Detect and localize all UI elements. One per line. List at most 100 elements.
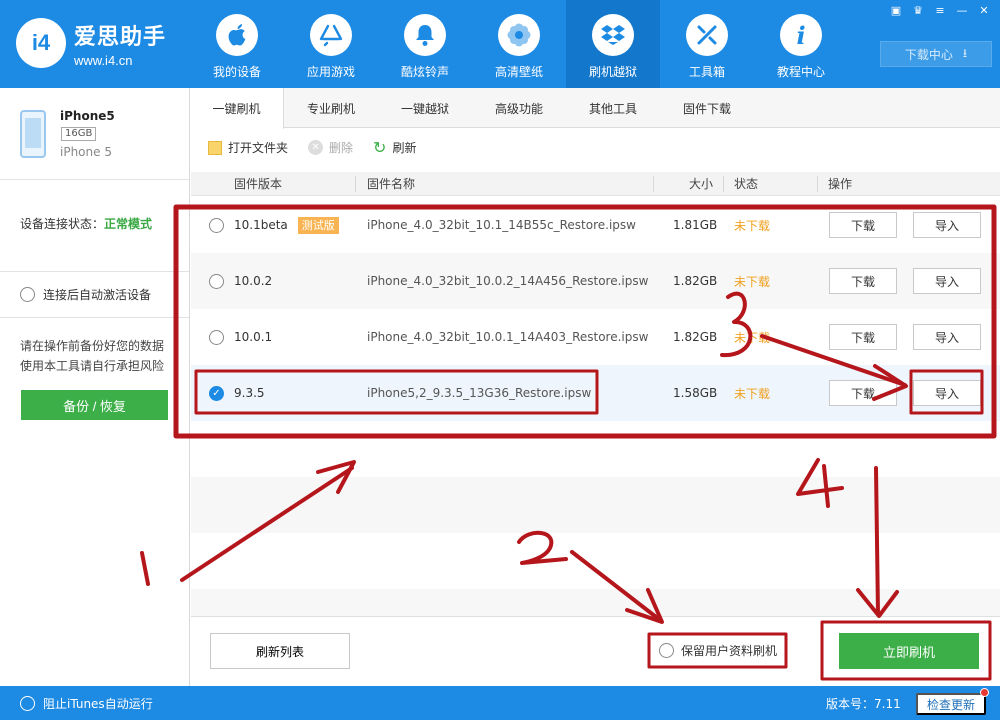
download-center-label: 下载中心 — [904, 47, 953, 62]
tab-advanced[interactable]: 高级功能 — [472, 88, 566, 128]
refresh-button[interactable]: ↻ 刷新 — [373, 139, 416, 156]
main-nav: 我的设备 应用游戏 酷炫铃声 高清壁纸 刷机越狱 工具箱 i 教程中心 — [190, 0, 848, 88]
tab-one-click-flash[interactable]: 一键刷机 — [190, 88, 284, 129]
device-capacity: 16GB — [61, 127, 97, 141]
tools-icon — [686, 14, 728, 56]
col-version: 固件版本 — [234, 177, 283, 191]
top-header: i4 爱思助手 www.i4.cn 我的设备 应用游戏 酷炫铃声 高清壁纸 刷机… — [0, 0, 1000, 88]
firmware-size: 1.58GB — [673, 386, 718, 400]
nav-label: 刷机越狱 — [588, 65, 637, 79]
firmware-toolbar: 打开文件夹 ✕ 删除 ↻ 刷新 — [208, 139, 416, 156]
firmware-name: iPhone5,2_9.3.5_13G36_Restore.ipsw — [367, 386, 592, 400]
firmware-table-header: 固件版本 固件名称 大小 状态 操作 — [191, 172, 1000, 196]
app-name: 爱思助手 — [74, 24, 167, 50]
flower-icon — [498, 14, 540, 56]
refresh-icon: ↻ — [373, 137, 387, 157]
dropbox-icon — [592, 14, 634, 56]
row-select-radio[interactable] — [209, 273, 224, 289]
row-select-radio[interactable] — [209, 329, 224, 345]
firmware-status: 未下载 — [734, 330, 771, 345]
auto-activate-option[interactable]: 连接后自动激活设备 — [0, 272, 189, 318]
app-logo: i4 爱思助手 www.i4.cn — [16, 18, 166, 68]
download-button[interactable]: 下载 — [829, 212, 897, 238]
table-row[interactable]: 10.0.2 iPhone_4.0_32bit_10.0.2_14A456_Re… — [191, 253, 1000, 309]
beta-badge: 测试版 — [297, 216, 339, 234]
table-row[interactable]: 10.1beta 测试版 iPhone_4.0_32bit_10.1_14B55… — [191, 197, 1000, 253]
sub-tabs: 一键刷机 专业刷机 一键越狱 高级功能 其他工具 固件下载 — [190, 88, 1000, 129]
delete-icon: ✕ — [308, 140, 324, 155]
nav-my-device[interactable]: 我的设备 — [190, 0, 284, 88]
col-name: 固件名称 — [367, 177, 416, 191]
import-button[interactable]: 导入 — [913, 268, 981, 294]
app-url: www.i4.cn — [74, 52, 133, 68]
download-button[interactable]: 下载 — [829, 380, 897, 406]
firmware-status: 未下载 — [734, 218, 771, 233]
nav-toolbox[interactable]: 工具箱 — [660, 0, 754, 88]
bell-icon — [404, 14, 446, 56]
table-row-selected[interactable]: ✓ 9.3.5 iPhone5,2_9.3.5_13G36_Restore.ip… — [191, 365, 1000, 421]
keep-user-data-option[interactable]: 保留用户资料刷机 — [659, 642, 777, 659]
block-itunes-radio[interactable] — [20, 696, 35, 711]
nav-label: 酷炫铃声 — [400, 65, 449, 79]
download-center-button[interactable]: 下载中心 ⭳ — [880, 41, 992, 67]
nav-ringtones[interactable]: 酷炫铃声 — [378, 0, 472, 88]
nav-label: 高清壁纸 — [494, 65, 543, 79]
firmware-version: 10.1beta — [234, 218, 288, 232]
nav-label: 应用游戏 — [306, 65, 355, 79]
app-store-icon — [310, 14, 352, 56]
flash-now-button[interactable]: 立即刷机 — [839, 633, 979, 669]
firmware-status: 未下载 — [734, 386, 771, 401]
firmware-version: 9.3.5 — [234, 386, 265, 400]
open-folder-button[interactable]: 打开文件夹 — [208, 139, 288, 156]
backup-restore-button[interactable]: 备份 / 恢复 — [21, 390, 168, 420]
import-button[interactable]: 导入 — [913, 380, 981, 406]
scrollbar[interactable] — [990, 197, 996, 607]
tab-pro-flash[interactable]: 专业刷机 — [284, 88, 378, 128]
keep-user-data-radio[interactable] — [659, 643, 674, 658]
download-icon: ⭳ — [962, 45, 968, 60]
row-select-radio-checked[interactable]: ✓ — [209, 385, 224, 401]
minimize-icon[interactable]: — — [954, 4, 970, 18]
skin-shirt-icon[interactable]: ♛ — [910, 4, 926, 18]
tab-other-tools[interactable]: 其他工具 — [566, 88, 660, 128]
block-itunes-option[interactable]: 阻止iTunes自动运行 — [20, 695, 153, 712]
refresh-list-button[interactable]: 刷新列表 — [210, 633, 350, 669]
col-status: 状态 — [734, 177, 759, 191]
nav-flash-jailbreak[interactable]: 刷机越狱 — [566, 0, 660, 88]
col-ops: 操作 — [828, 177, 853, 191]
col-size: 大小 — [689, 177, 714, 191]
nav-tutorials[interactable]: i 教程中心 — [754, 0, 848, 88]
nav-label: 教程中心 — [776, 65, 825, 79]
import-button[interactable]: 导入 — [913, 212, 981, 238]
feedback-icon[interactable]: ▣ — [888, 4, 904, 18]
table-row[interactable]: 10.0.1 iPhone_4.0_32bit_10.0.1_14A403_Re… — [191, 309, 1000, 365]
firmware-name: iPhone_4.0_32bit_10.0.1_14A403_Restore.i… — [367, 330, 649, 344]
firmware-size: 1.82GB — [673, 330, 718, 344]
nav-label: 我的设备 — [212, 65, 261, 79]
nav-wallpapers[interactable]: 高清壁纸 — [472, 0, 566, 88]
i4-logo-icon: i4 — [16, 18, 66, 68]
risk-warning: 请在操作前备份好您的数据 使用本工具请自行承担风险 — [20, 339, 165, 373]
firmware-version: 10.0.1 — [234, 330, 273, 344]
apple-icon — [216, 14, 258, 56]
import-button[interactable]: 导入 — [913, 324, 981, 350]
close-icon[interactable]: ✕ — [976, 4, 992, 18]
delete-button[interactable]: ✕ 删除 — [308, 139, 353, 156]
check-update-button[interactable]: 检查更新 — [916, 693, 986, 715]
tab-one-click-jailbreak[interactable]: 一键越狱 — [378, 88, 472, 128]
device-model: iPhone 5 — [60, 145, 112, 159]
connection-mode: 正常模式 — [104, 217, 153, 231]
nav-label: 工具箱 — [688, 65, 725, 79]
firmware-name: iPhone_4.0_32bit_10.1_14B55c_Restore.ips… — [367, 218, 636, 232]
menu-icon[interactable]: ≡ — [932, 4, 948, 18]
nav-apps-games[interactable]: 应用游戏 — [284, 0, 378, 88]
download-button[interactable]: 下载 — [829, 324, 897, 350]
firmware-size: 1.81GB — [673, 218, 718, 232]
auto-activate-radio[interactable] — [20, 287, 35, 302]
version-label: 版本号：7.11 — [826, 697, 901, 711]
download-button[interactable]: 下载 — [829, 268, 897, 294]
tab-firmware-download[interactable]: 固件下载 — [660, 88, 754, 128]
left-panel: iPhone5 16GB iPhone 5 设备连接状态：正常模式 连接后自动激… — [0, 88, 190, 686]
firmware-version: 10.0.2 — [234, 274, 273, 288]
row-select-radio[interactable] — [209, 217, 224, 233]
